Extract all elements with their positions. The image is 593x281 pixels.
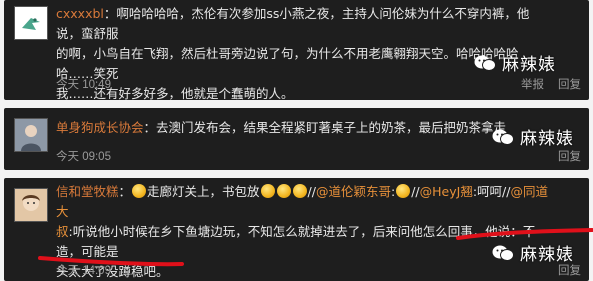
comment-card: 信和堂牧糕： 走廊灯关上，书包放//@道伦颖东哥://@HeyJ翘:呵呵//@同道… <box>4 178 589 281</box>
reply-link[interactable]: 回复 <box>558 148 581 164</box>
username-link[interactable]: 信和堂牧糕 <box>56 184 119 199</box>
user-photo-icon <box>15 189 47 221</box>
comment-segment: :呵呵// <box>472 184 511 199</box>
comment-segment: // <box>411 184 420 199</box>
comment-text: 信和堂牧糕： 走廊灯关上，书包放//@道伦颖东哥://@HeyJ翘:呵呵//@同道… <box>56 182 551 281</box>
watermark-text: 麻辣婊 <box>520 245 574 265</box>
comment-line: 啊哈哈哈哈，杰伦有次参加ss小燕之夜，主持人问伦妹为什么不穿内裤，他说，蛮舒服 <box>56 6 530 41</box>
smiley-emoji <box>276 184 291 198</box>
reply-link[interactable]: 回复 <box>558 76 581 92</box>
separator: ： <box>103 6 117 21</box>
timestamp: 今天 14:09 <box>56 265 111 277</box>
comment-line: :听说他小时候在乡下鱼塘边玩，不知怎么就掉进去了，后来问他怎么回事，他说：不造，… <box>56 224 536 259</box>
watermark: 麻辣婊 <box>492 124 574 149</box>
watermark-text: 麻辣婊 <box>502 55 556 75</box>
avatar[interactable] <box>14 188 48 222</box>
comment-segment: // <box>307 184 316 199</box>
comment-segment: : <box>391 184 396 199</box>
watermark: 麻辣婊 <box>474 50 556 75</box>
comment-line: 的啊，小鸟自在飞翔，然后杜哥旁边说了句，为什么不用老鹰翱翔天空。哈哈哈哈哈哈……… <box>56 46 519 81</box>
mention-link[interactable]: @HeyJ翘 <box>420 184 473 199</box>
comment-line: 去澳门发布会，结果全程紧盯著桌子上的奶茶，最后把奶茶拿走 <box>156 120 507 135</box>
separator: ： <box>118 184 132 199</box>
username-link[interactable]: 单身狗成长协会 <box>56 120 144 135</box>
mention-link[interactable]: @道伦颖东哥 <box>316 184 391 199</box>
mention-link[interactable]: 叔 <box>56 224 69 239</box>
separator: ： <box>143 120 157 135</box>
bird-logo-icon <box>22 18 40 30</box>
timestamp: 今天 09:05 <box>56 151 111 163</box>
comment-actions: 回复 <box>558 148 581 164</box>
username-link[interactable]: cxxxxbl <box>56 6 104 21</box>
avatar[interactable] <box>14 118 48 152</box>
comment-text: 单身狗成长协会：去澳门发布会，结果全程紧盯著桌子上的奶茶，最后把奶茶拿走 <box>56 118 551 138</box>
watermark: 麻辣婊 <box>492 240 574 265</box>
comment-card: cxxxxbl：啊哈哈哈哈，杰伦有次参加ss小燕之夜，主持人问伦妹为什么不穿内裤… <box>4 0 589 100</box>
comment-segment: 走廊灯关上，书包放 <box>147 184 260 199</box>
smiley-emoji <box>292 184 307 198</box>
timestamp: 今天 10:49 <box>56 79 111 91</box>
watermark-text: 麻辣婊 <box>520 129 574 149</box>
comment-actions: 举报 回复 <box>521 76 581 92</box>
report-link[interactable]: 举报 <box>521 76 544 92</box>
avatar[interactable] <box>14 6 48 40</box>
wechat-icon <box>474 55 496 71</box>
smiley-emoji <box>396 184 411 198</box>
comment-card: 单身狗成长协会：去澳门发布会，结果全程紧盯著桌子上的奶茶，最后把奶茶拿走 今天 … <box>4 108 589 170</box>
smiley-emoji <box>132 184 147 198</box>
user-photo-icon <box>15 119 47 151</box>
wechat-icon <box>492 129 514 145</box>
wechat-icon <box>492 245 514 261</box>
smiley-emoji <box>260 184 275 198</box>
